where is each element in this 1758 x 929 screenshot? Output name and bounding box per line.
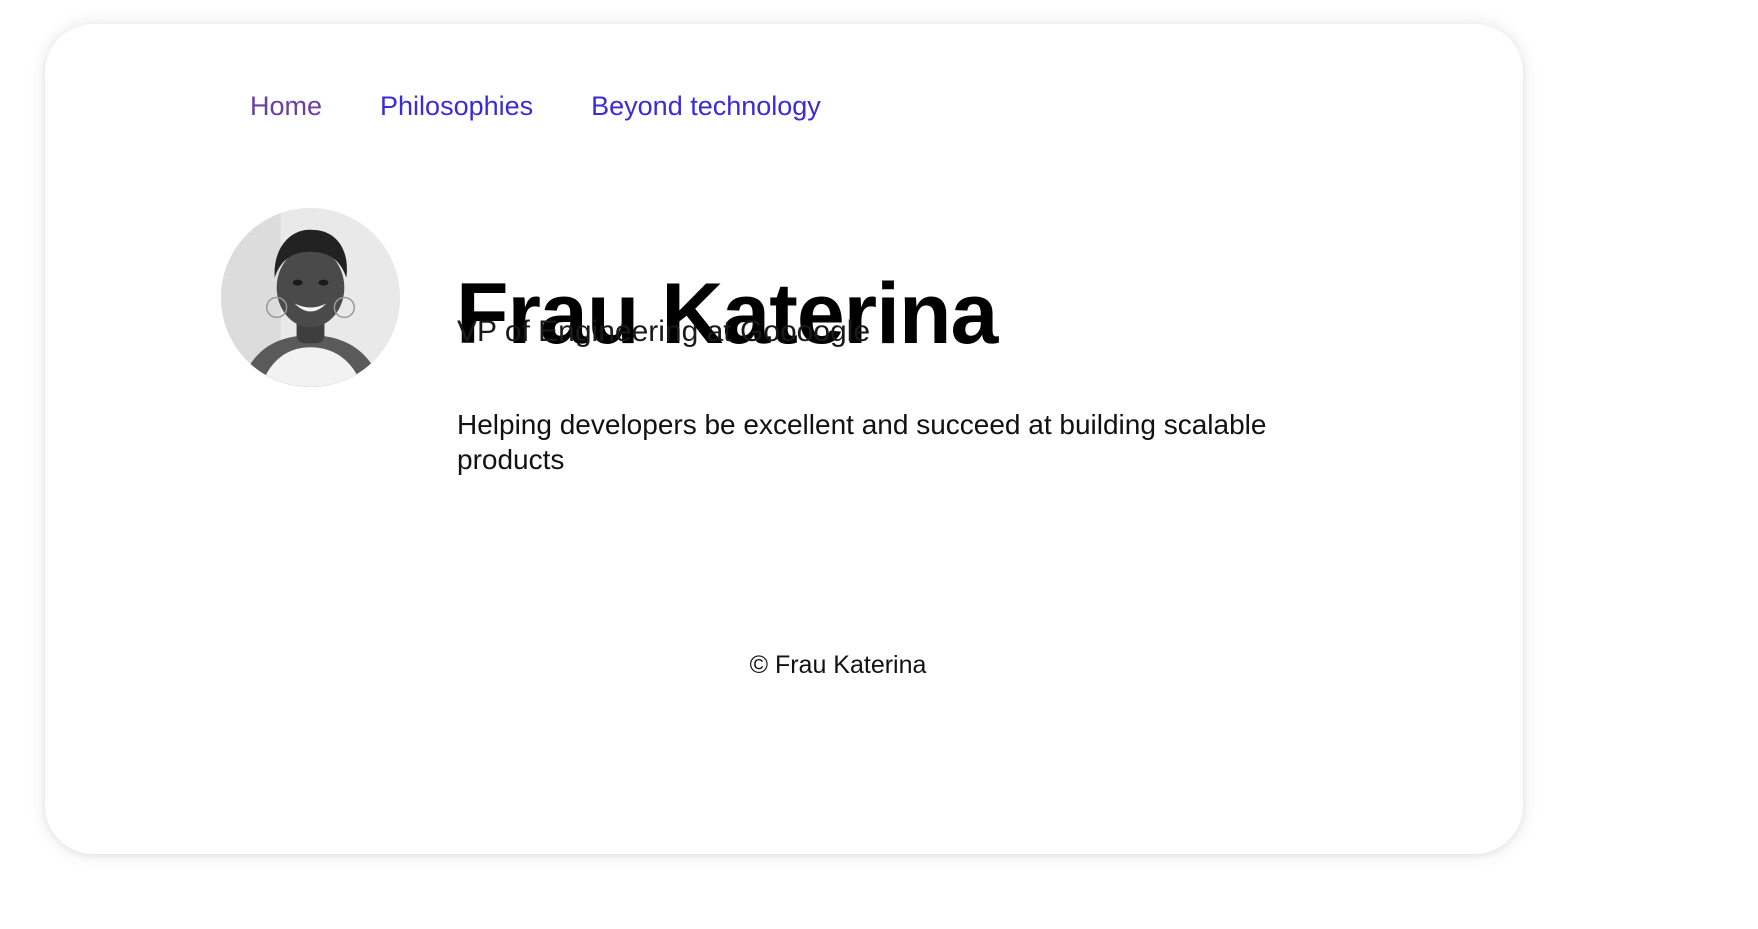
copyright-text: © Frau Katerina bbox=[749, 651, 927, 679]
page-card: Home Philosophies Beyond technology Frau… bbox=[45, 24, 1523, 854]
profile-role: VP of Engineering at Goooogle bbox=[457, 315, 871, 348]
nav-link-beyond-technology[interactable]: Beyond technology bbox=[591, 88, 821, 124]
footer: © Frau Katerina bbox=[45, 648, 1523, 682]
avatar bbox=[221, 208, 400, 387]
nav-link-philosophies[interactable]: Philosophies bbox=[380, 88, 533, 124]
top-nav: Home Philosophies Beyond technology bbox=[250, 88, 821, 124]
profile-bio: Helping developers be excellent and succ… bbox=[457, 409, 1267, 475]
portrait-photo-icon bbox=[221, 208, 400, 387]
nav-link-home[interactable]: Home bbox=[250, 88, 322, 124]
